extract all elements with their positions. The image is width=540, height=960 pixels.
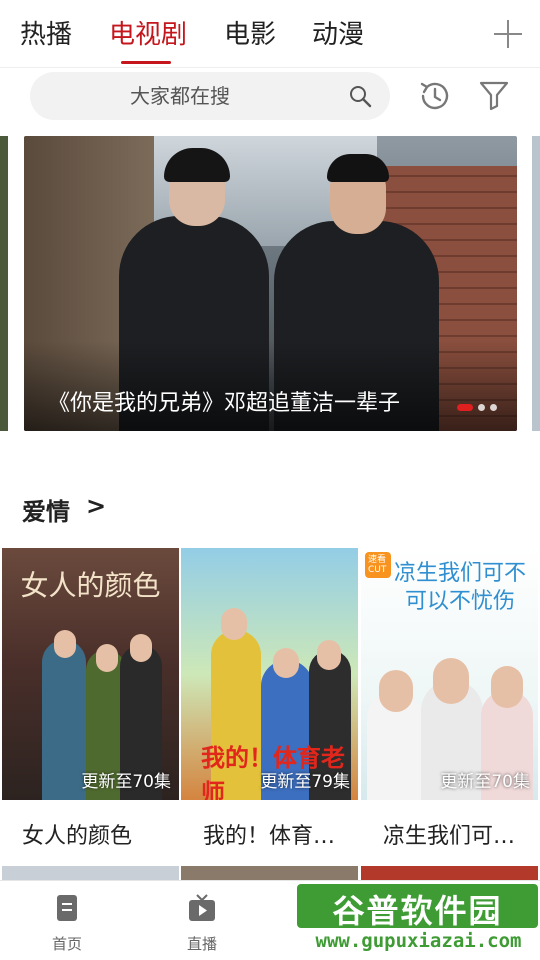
next-row-poster-peek[interactable] — [181, 866, 358, 880]
tab-tv-series[interactable]: 电视剧 — [109, 16, 187, 56]
banner-image-actor-hair — [327, 154, 389, 182]
poster-figure — [42, 640, 86, 800]
tv-live-icon — [189, 894, 215, 921]
episode-count: 更新至70集 — [440, 772, 530, 792]
nav-label-live: 直播 — [186, 935, 217, 953]
poster-face — [379, 670, 413, 712]
episode-count: 更新至79集 — [260, 772, 350, 792]
tab-movie[interactable]: 电影 — [224, 16, 276, 56]
filter-funnel-icon[interactable] — [478, 79, 510, 111]
section-title-romance[interactable]: 爱情 — [22, 492, 70, 527]
poster-title[interactable]: 凉生我们可… — [383, 818, 515, 850]
active-tab-indicator — [121, 61, 171, 64]
carousel-dot[interactable] — [490, 403, 497, 411]
poster-title[interactable]: 我的！体育… — [203, 818, 335, 850]
next-row-poster-peek[interactable] — [361, 866, 538, 880]
watermark-url: www.gupuxiazai.com — [315, 930, 522, 952]
poster-card[interactable]: 女人的颜色 更新至70集 — [2, 548, 179, 800]
poster-face — [54, 630, 76, 658]
search-placeholder: 大家都在搜 — [130, 84, 230, 108]
poster-title[interactable]: 女人的颜色 — [22, 818, 132, 850]
poster-face — [221, 608, 247, 640]
nav-item-home[interactable]: 首页 — [32, 881, 102, 960]
carousel-prev-peek[interactable] — [0, 136, 8, 431]
nav-item-live[interactable]: 直播 — [167, 881, 237, 960]
carousel-dot[interactable] — [478, 403, 485, 411]
top-tab-bar: 热播 电视剧 电影 动漫 — [0, 0, 540, 68]
episode-count: 更新至70集 — [81, 772, 171, 792]
poster-face — [130, 634, 152, 662]
poster-card[interactable]: 我的！体育老师 更新至79集 — [181, 548, 358, 800]
tab-anime[interactable]: 动漫 — [312, 16, 364, 56]
poster-art-title: 女人的颜色 — [20, 569, 161, 602]
plus-icon[interactable] — [494, 20, 522, 48]
poster-face — [96, 644, 118, 672]
home-page-icon — [57, 895, 77, 921]
tab-hot[interactable]: 热播 — [20, 16, 72, 56]
poster-face — [317, 640, 341, 670]
site-watermark: 谷普软件园 www.gupuxiazai.com — [295, 884, 538, 956]
poster-face — [273, 648, 299, 678]
carousel-dots — [457, 403, 497, 411]
search-icon[interactable] — [348, 84, 372, 108]
poster-face — [433, 658, 469, 704]
banner-caption: 《你是我的兄弟》邓超追董洁一辈子 — [48, 391, 401, 416]
poster-card[interactable]: 速看 CUT 凉生我们可不可以不忧伤 更新至70集 — [361, 548, 538, 800]
nav-label-home: 首页 — [51, 935, 82, 953]
poster-face — [491, 666, 523, 708]
carousel-dot-active[interactable] — [457, 403, 473, 411]
poster-art-title: 凉生我们可不可以不忧伤 — [393, 561, 526, 614]
next-row-poster-peek[interactable] — [2, 866, 179, 880]
featured-banner[interactable]: 《你是我的兄弟》邓超追董洁一辈子 — [24, 136, 517, 431]
watermark-logo: 谷普软件园 — [297, 884, 538, 930]
history-clock-icon[interactable] — [418, 79, 452, 113]
watermark-title: 谷普软件园 — [332, 892, 503, 930]
section-more-arrow[interactable]: > — [86, 492, 106, 520]
carousel-next-peek[interactable] — [532, 136, 540, 431]
search-bar[interactable]: 大家都在搜 — [30, 72, 390, 120]
